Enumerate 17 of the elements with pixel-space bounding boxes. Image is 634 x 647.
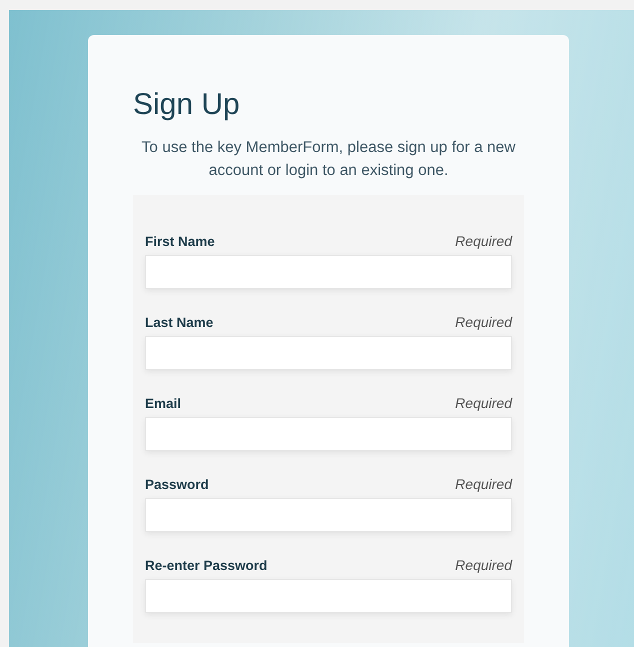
input-field[interactable]: [145, 579, 512, 613]
field-label: Email: [145, 394, 182, 413]
field-label: Password: [145, 476, 209, 494]
intro-text: To use the key MemberForm, please sign up for a new account or login to an existing one.: [140, 138, 516, 181]
input-field[interactable]: [145, 255, 512, 289]
field-label: Last Name: [145, 314, 214, 332]
page-title: Sign Up: [133, 87, 241, 123]
required-hint: Required: [455, 394, 512, 413]
input-field[interactable]: [145, 498, 512, 532]
input-field[interactable]: [145, 417, 512, 451]
field-label: First Name: [145, 232, 215, 251]
required-hint: Required: [455, 232, 512, 251]
required-hint: Required: [455, 313, 512, 332]
required-hint: Required: [455, 475, 512, 494]
field-label: Re-enter Password: [145, 556, 268, 575]
input-field[interactable]: [145, 336, 512, 370]
required-hint: Required: [455, 556, 512, 575]
